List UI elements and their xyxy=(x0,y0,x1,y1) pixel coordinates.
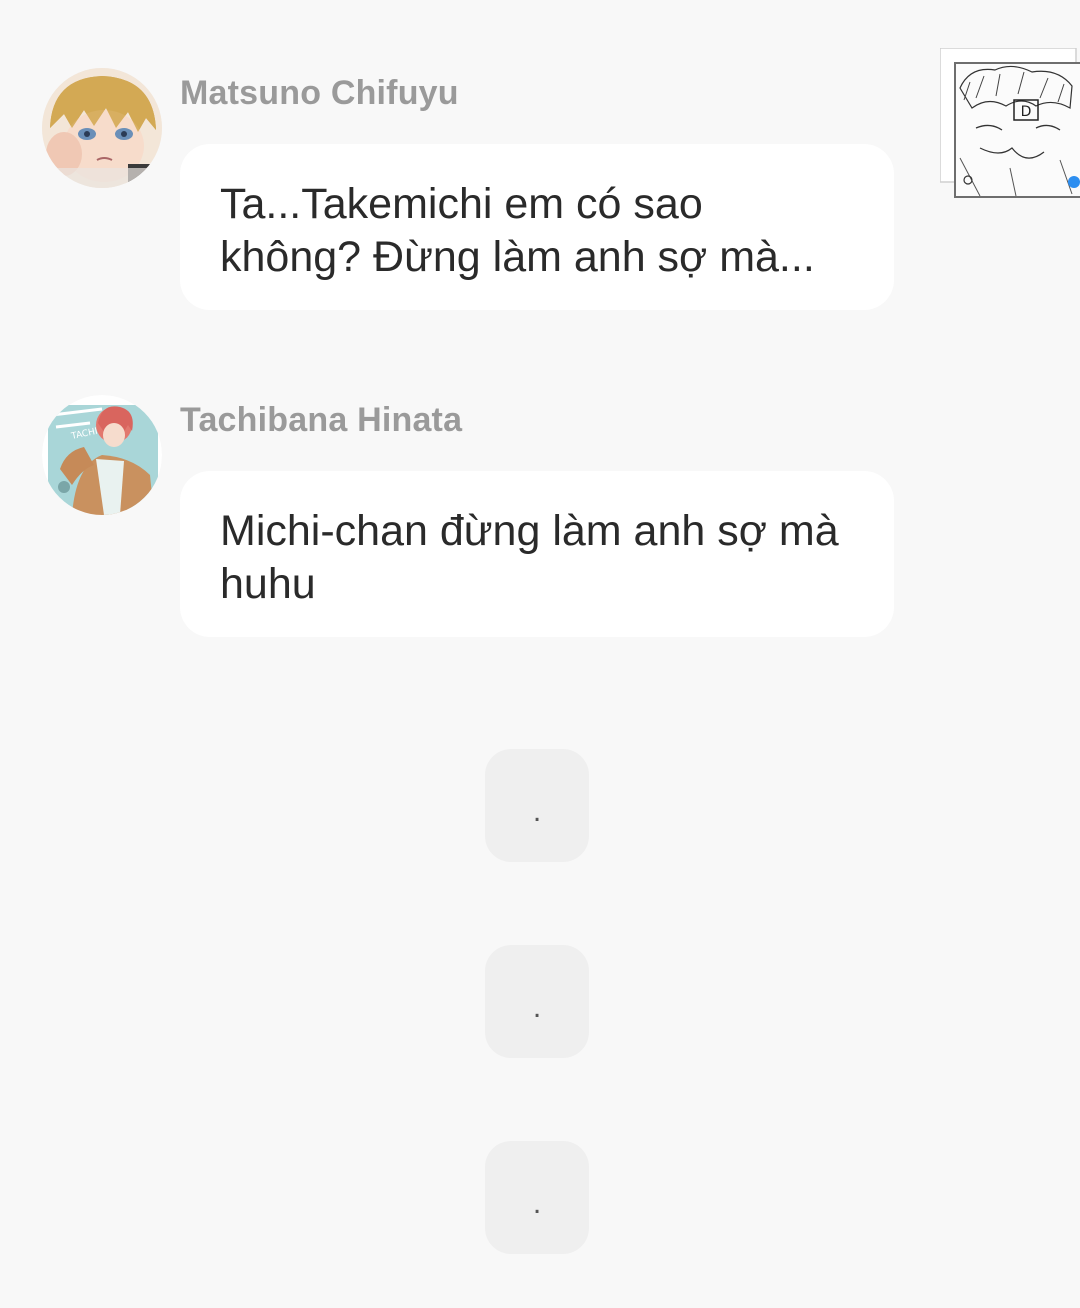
separator-bubble: . xyxy=(485,749,589,862)
manga-thumbnail-image[interactable]: D xyxy=(939,47,1080,200)
sender-name: Matsuno Chifuyu xyxy=(180,74,459,112)
separator-text: . xyxy=(532,990,542,1024)
message-bubble[interactable]: Michi-chan đừng làm anh sợ mà huhu xyxy=(180,471,894,637)
separator-bubble: . xyxy=(485,945,589,1058)
separator-text: . xyxy=(532,794,542,828)
hinata-avatar-icon[interactable]: TACHIBANA xyxy=(42,395,162,515)
sender-name: Tachibana Hinata xyxy=(180,401,463,439)
chifuyu-avatar-icon[interactable] xyxy=(42,68,162,188)
svg-text:D: D xyxy=(1021,104,1032,120)
separator-text: . xyxy=(532,1186,542,1220)
message-bubble[interactable]: Ta...Takemichi em có sao không? Đừng làm… xyxy=(180,144,894,310)
separator-bubble: . xyxy=(485,1141,589,1254)
